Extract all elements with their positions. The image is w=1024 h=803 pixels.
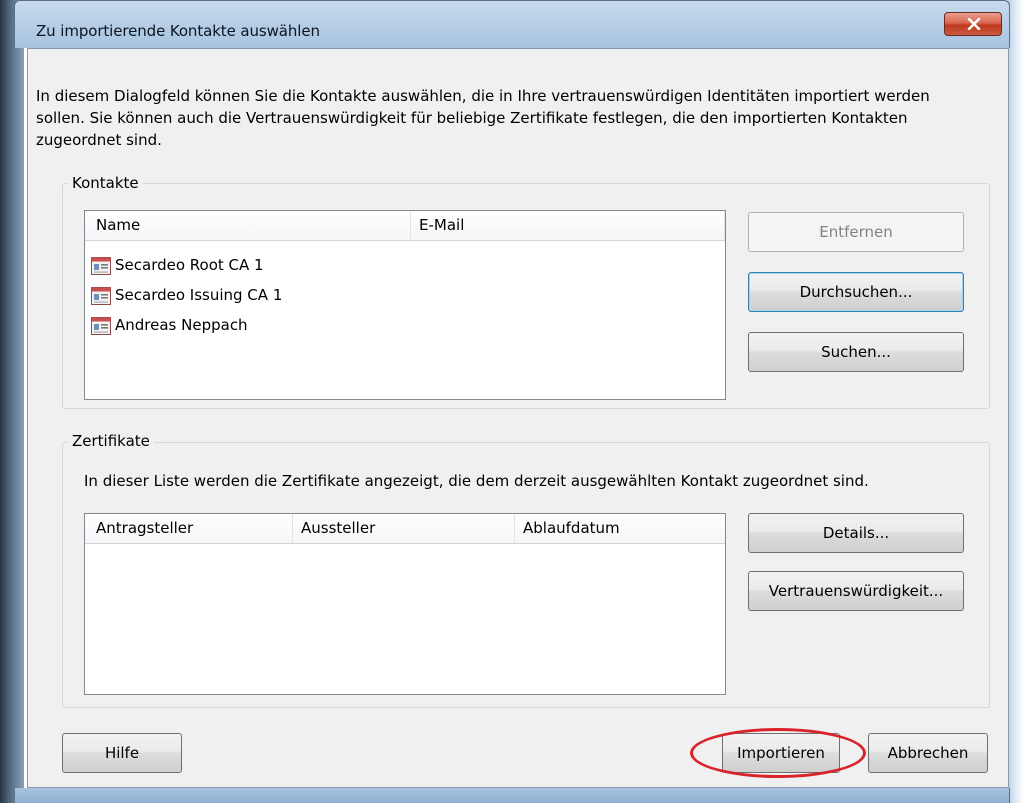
window-frame-left [0, 0, 24, 803]
cancel-button[interactable]: Abbrechen [868, 733, 988, 773]
contact-card-icon [91, 316, 111, 335]
contacts-list-header: Name E-Mail [85, 211, 725, 241]
contact-row[interactable]: Secardeo Root CA 1 [91, 251, 264, 279]
contact-row[interactable]: Secardeo Issuing CA 1 [91, 281, 282, 309]
certificates-group-title: Zertifikate [68, 432, 154, 450]
column-header-subject[interactable]: Antragsteller [85, 514, 293, 543]
search-button[interactable]: Suchen... [748, 332, 964, 372]
import-button[interactable]: Importieren [722, 733, 840, 773]
contact-name: Secardeo Root CA 1 [115, 256, 264, 274]
contact-card-icon [91, 256, 111, 275]
close-icon [967, 18, 981, 30]
column-header-expiry[interactable]: Ablaufdatum [515, 514, 725, 543]
window-title: Zu importierende Kontakte auswählen [36, 22, 320, 40]
contacts-group-title: Kontakte [68, 174, 143, 192]
contact-name: Secardeo Issuing CA 1 [115, 286, 283, 304]
contact-card-icon [91, 286, 111, 305]
certificates-description: In dieser Liste werden die Zertifikate a… [84, 472, 869, 490]
certificates-list-header: Antragsteller Aussteller Ablaufdatum [85, 514, 725, 544]
certificates-list[interactable]: Antragsteller Aussteller Ablaufdatum [84, 513, 726, 695]
close-button[interactable] [944, 12, 1002, 36]
column-header-name[interactable]: Name [85, 211, 411, 240]
intro-text: In diesem Dialogfeld können Sie die Kont… [36, 87, 930, 149]
contacts-list[interactable]: Name E-Mail Secardeo Root CA 1 Secardeo … [84, 210, 726, 400]
trust-button[interactable]: Vertrauenswürdigkeit... [748, 571, 964, 611]
browse-button[interactable]: Durchsuchen... [748, 272, 964, 312]
column-header-issuer[interactable]: Aussteller [293, 514, 515, 543]
remove-button[interactable]: Entfernen [748, 212, 964, 252]
window-frame-bottom [14, 788, 1010, 803]
contact-name: Andreas Neppach [115, 316, 248, 334]
contact-row[interactable]: Andreas Neppach [91, 311, 248, 339]
column-header-email[interactable]: E-Mail [411, 211, 725, 240]
details-button[interactable]: Details... [748, 513, 964, 553]
help-button[interactable]: Hilfe [62, 733, 182, 773]
